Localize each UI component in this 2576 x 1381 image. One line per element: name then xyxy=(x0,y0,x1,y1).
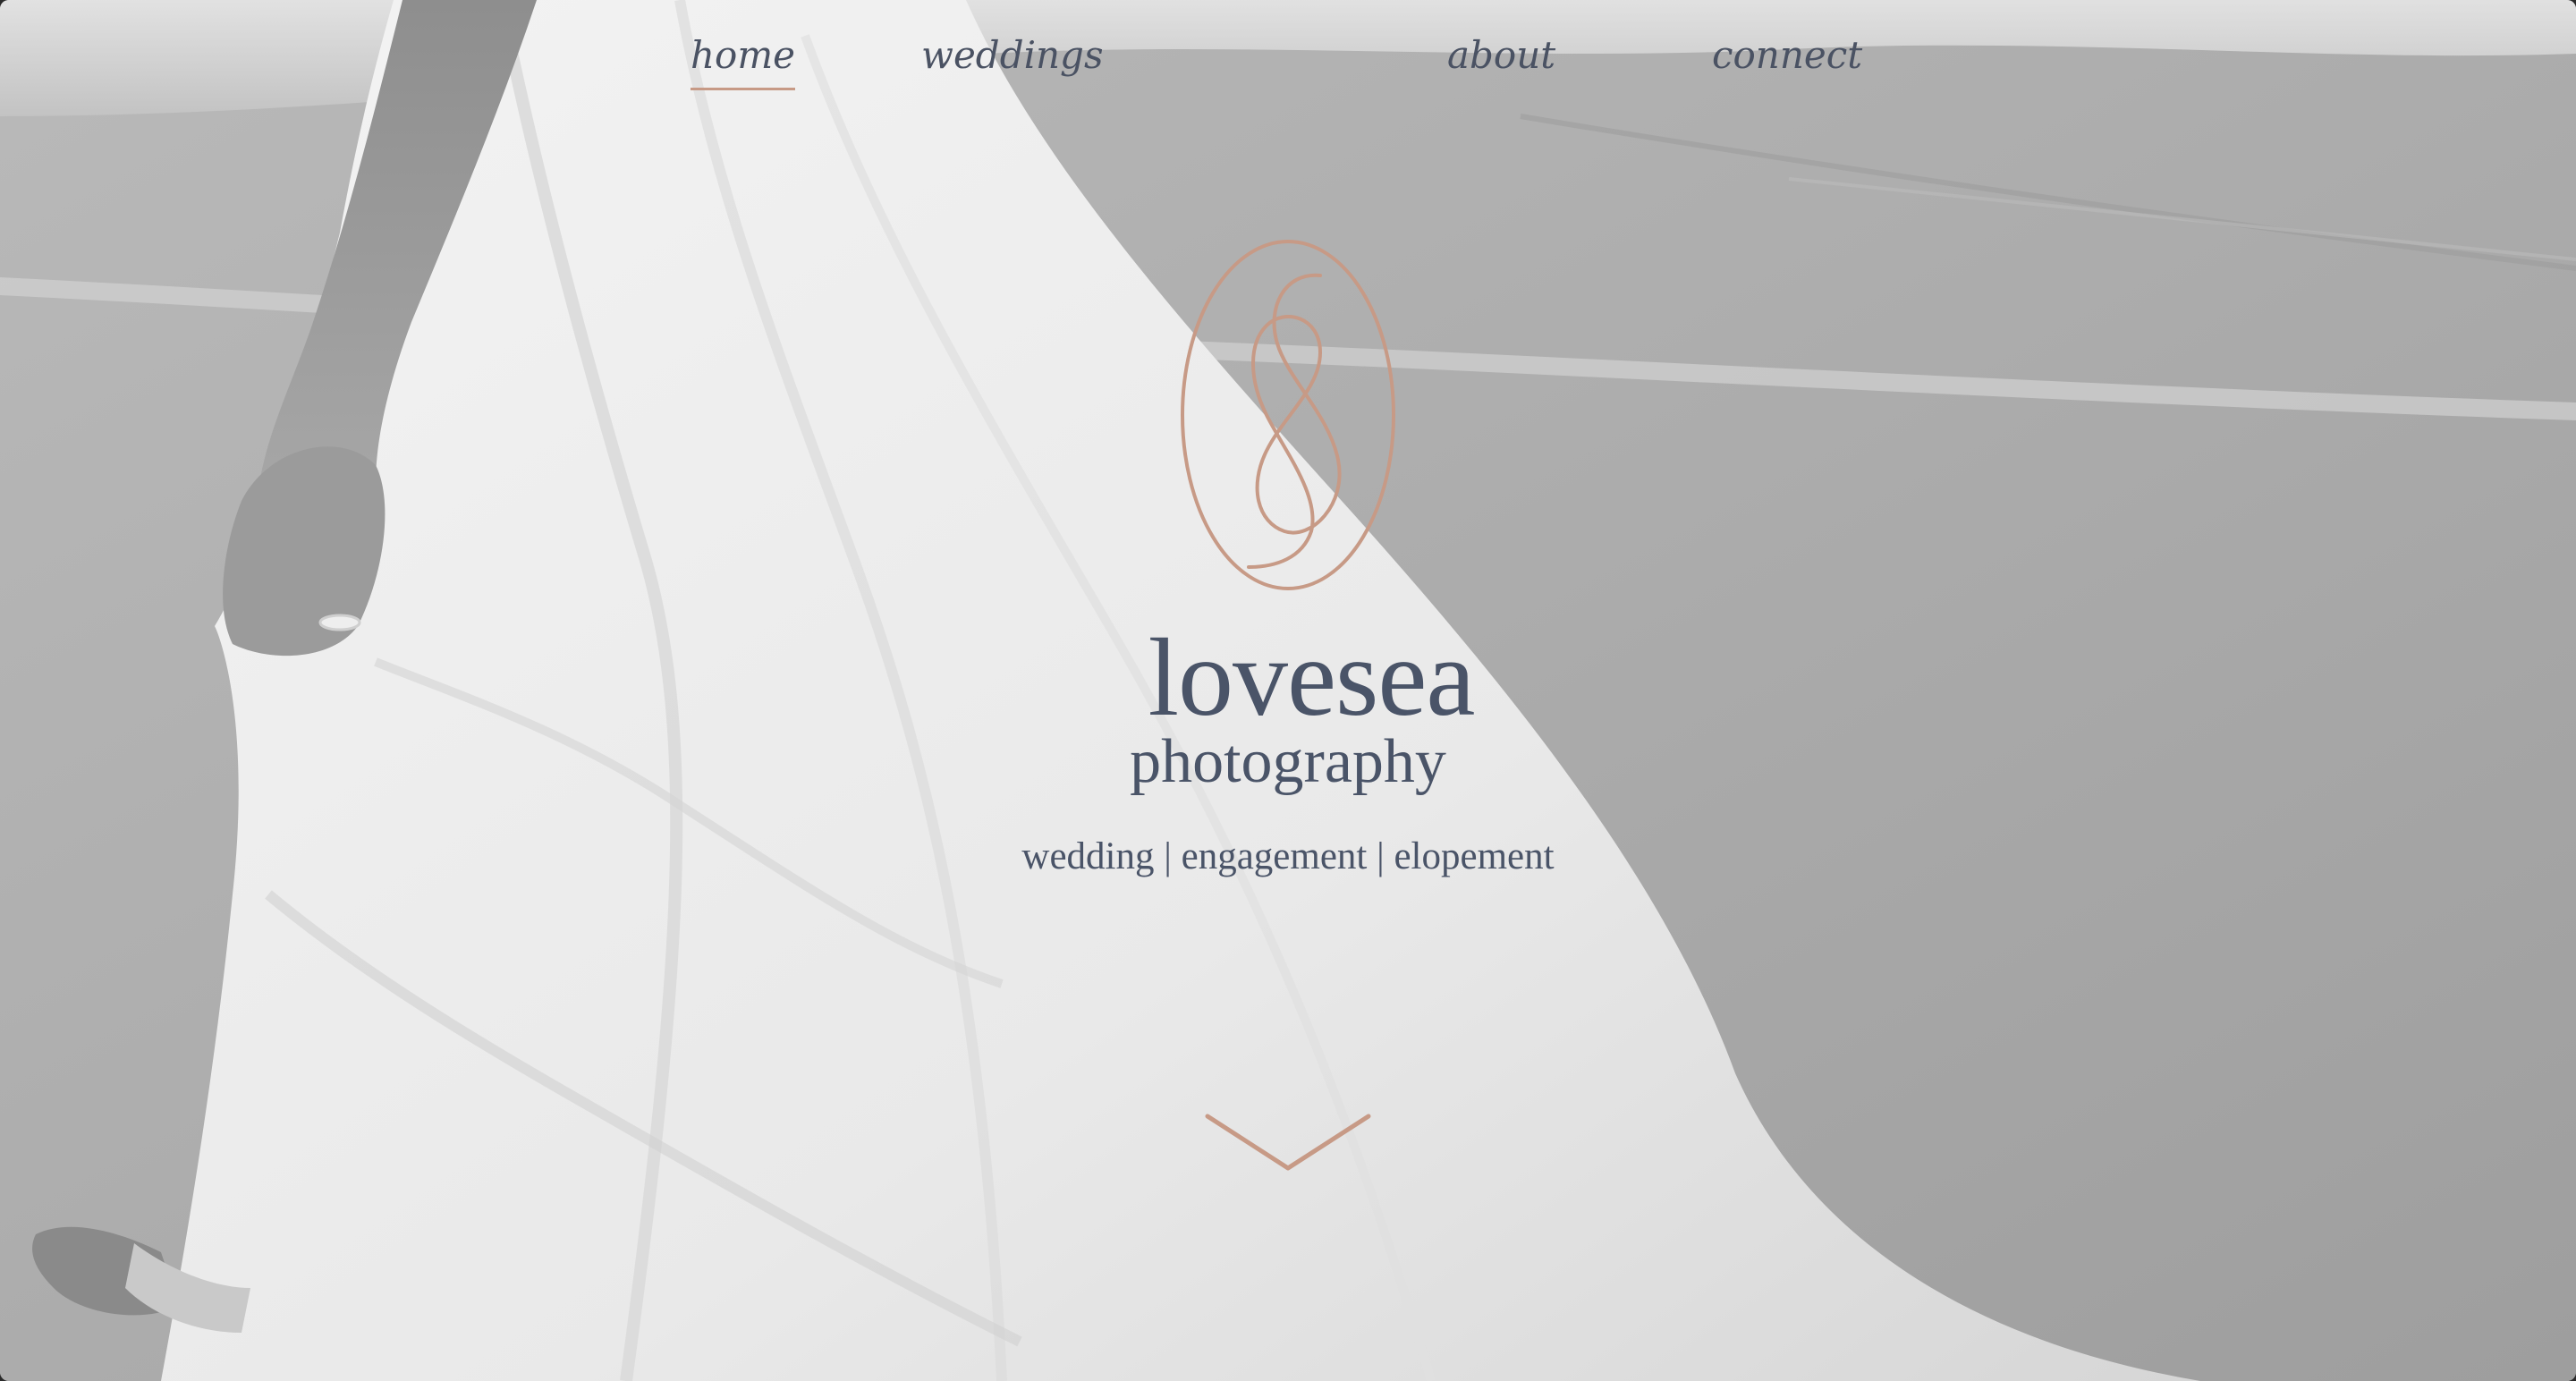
infinity-knot-oval-logo-icon xyxy=(1177,236,1399,594)
chevron-down-icon[interactable] xyxy=(1204,1111,1372,1173)
brand-subtitle-text: photography xyxy=(1130,727,1446,796)
nav-weddings[interactable]: weddings xyxy=(921,29,1104,88)
hero-tagline: wedding | engagement | elopement xyxy=(1021,835,1555,877)
main-nav: home weddings about connect xyxy=(0,29,2576,91)
brand-name: lovesea xyxy=(0,615,2576,741)
nav-about[interactable]: about xyxy=(1447,29,1555,88)
page: home weddings about connect lovesea phot… xyxy=(0,0,2576,1381)
brand-subtitle: photography xyxy=(0,726,2576,798)
nav-connect[interactable]: connect xyxy=(1712,29,1862,88)
nav-home[interactable]: home xyxy=(691,29,796,90)
brand-name-text: lovesea xyxy=(1148,616,1476,739)
